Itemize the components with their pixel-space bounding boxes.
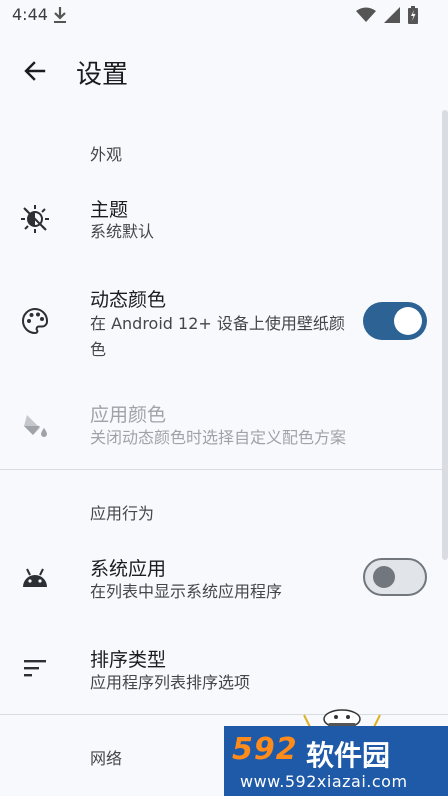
setting-title: 主题: [90, 199, 129, 221]
switch-knob: [373, 566, 395, 588]
sort-icon: [18, 651, 52, 685]
status-time: 4:44: [12, 5, 48, 24]
signal-icon: [384, 7, 400, 23]
download-icon: [54, 7, 66, 23]
paint-bucket-icon: [18, 408, 52, 442]
section-header-appearance: 外观: [90, 145, 123, 164]
setting-subtitle: 在 Android 12+ 设备上使用壁纸颜色: [90, 314, 345, 359]
setting-item-app-color: 应用颜色 关闭动态颜色时选择自定义配色方案: [0, 398, 448, 458]
dynamic-color-switch[interactable]: [363, 302, 427, 340]
wifi-icon: [356, 7, 376, 22]
setting-item-sort-type[interactable]: 排序类型 应用程序列表排序选项: [0, 643, 448, 703]
setting-subtitle: 在列表中显示系统应用程序: [90, 582, 283, 601]
android-icon: [18, 560, 52, 594]
arrow-back-icon: [24, 61, 46, 81]
system-apps-switch[interactable]: [363, 558, 427, 596]
page-title: 设置: [76, 60, 129, 90]
palette-icon: [18, 304, 52, 338]
section-divider: [0, 469, 448, 470]
battery-icon: [408, 6, 418, 24]
switch-knob: [394, 307, 422, 335]
setting-item-system-apps[interactable]: 系统应用 在列表中显示系统应用程序: [0, 552, 448, 612]
setting-title: 系统应用: [90, 558, 167, 580]
status-bar: 4:44: [0, 0, 448, 30]
app-bar: 设置: [0, 40, 448, 104]
watermark-url: www.592xiazai.com: [240, 772, 408, 791]
section-header-behavior: 应用行为: [90, 504, 155, 523]
setting-item-dynamic-color[interactable]: 动态颜色 在 Android 12+ 设备上使用壁纸颜色: [0, 282, 448, 362]
back-button[interactable]: [20, 56, 50, 86]
setting-subtitle: 应用程序列表排序选项: [90, 673, 251, 692]
setting-item-theme[interactable]: 主题 系统默认: [0, 190, 448, 260]
brightness-icon: [18, 202, 52, 236]
setting-title: 排序类型: [90, 649, 167, 671]
section-header-network: 网络: [90, 749, 123, 768]
watermark-brand: 软件园: [306, 739, 391, 772]
setting-title: 应用颜色: [90, 404, 167, 426]
status-icons: [356, 6, 418, 24]
setting-title: 动态颜色: [90, 289, 167, 311]
watermark-banner: 592 软件园 www.592xiazai.com: [224, 726, 448, 796]
setting-subtitle: 系统默认: [90, 222, 155, 241]
setting-subtitle: 关闭动态颜色时选择自定义配色方案: [90, 428, 347, 447]
watermark-logo: 592: [232, 732, 298, 767]
